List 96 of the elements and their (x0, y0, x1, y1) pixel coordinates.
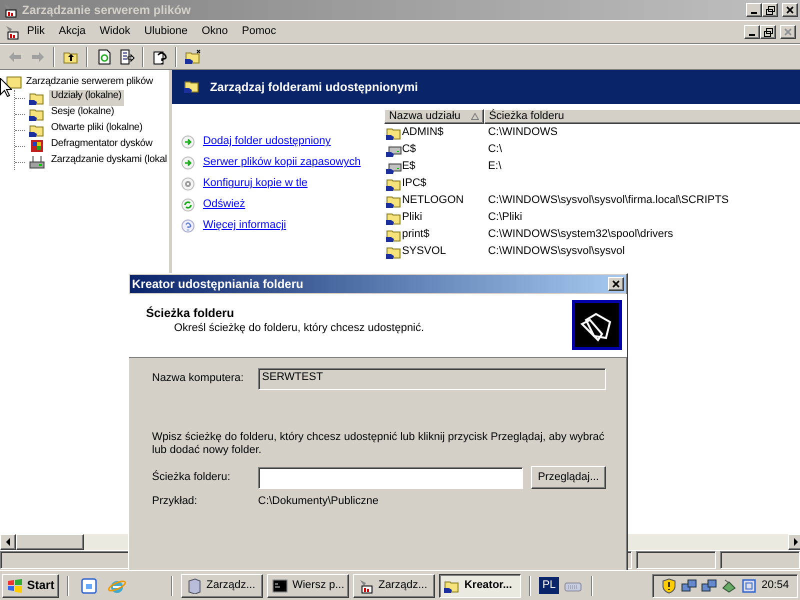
minimize-button[interactable] (744, 25, 760, 39)
server-icon (186, 578, 202, 594)
close-icon (612, 280, 620, 288)
clock: 20:54 (761, 578, 789, 592)
show-desktop-icon[interactable] (79, 576, 100, 596)
folder-path-field[interactable] (258, 466, 523, 489)
gear-icon (180, 177, 195, 191)
column-header[interactable]: Ścieżka folderu (484, 109, 800, 124)
document-icon[interactable] (4, 24, 20, 40)
folder-path: C:\ (488, 142, 502, 156)
folder-path: C:\WINDOWS (488, 126, 558, 140)
window-title: Zarządzanie serwerem plików (22, 2, 191, 18)
taskbar-button[interactable]: Wiersz p... (267, 574, 350, 598)
left-arrow-icon (5, 538, 11, 546)
add-icon (180, 135, 195, 149)
console-icon (272, 578, 288, 594)
close-icon (784, 28, 792, 36)
help-icon (152, 49, 168, 65)
task-link[interactable]: Konfiguruj kopie w tle (202, 177, 308, 191)
task-link[interactable]: Więcej informacji (202, 219, 286, 233)
app-icon (358, 578, 374, 594)
new-share-icon (184, 49, 200, 65)
language-indicator[interactable]: PL (539, 576, 559, 594)
refresh-icon (180, 198, 195, 212)
example-label: Przykład: (152, 495, 198, 509)
taskbar-button[interactable]: Zarządz... (353, 574, 436, 598)
forward-icon (30, 49, 46, 65)
share-name[interactable]: Pliki (402, 210, 422, 224)
instruction-text: Wpisz ścieżkę do folderu, który chcesz udostępnić lub kliknij przycisk Przeglądaj, aby wybrać lub dodać nowy folder. (152, 431, 606, 458)
share-name[interactable]: IPC$ (402, 176, 426, 190)
tree-item[interactable]: Otwarte pliki (lokalne) (49, 122, 145, 138)
taskbar-button[interactable]: Kreator... (439, 574, 522, 598)
scroll-right-button[interactable] (788, 534, 800, 550)
right-arrow-icon (792, 538, 799, 546)
menu-item[interactable]: Ulubione (137, 23, 195, 41)
tree-item[interactable]: Defragmentator dysków (49, 138, 154, 154)
folder-icon (6, 74, 22, 90)
network-icon[interactable] (701, 578, 718, 594)
restore-button[interactable] (762, 3, 778, 17)
menu-item[interactable]: Okno (194, 23, 235, 41)
share-name[interactable]: E$ (402, 160, 416, 174)
browse-button[interactable]: Przeglądaj... (530, 466, 606, 490)
share-name[interactable]: ADMIN$ (402, 126, 444, 140)
close-icon (786, 6, 794, 14)
disk-drive-icon (29, 154, 45, 170)
computer-name-field: SERWTEST (258, 368, 606, 390)
minimize-button[interactable] (746, 3, 762, 17)
folder-path: C:\Pliki (488, 210, 522, 224)
windows-logo-icon (7, 578, 23, 592)
display-icon[interactable] (741, 578, 758, 594)
column-header[interactable]: Nazwa udziału (384, 109, 484, 124)
device-icon[interactable] (721, 578, 738, 594)
shield-icon[interactable] (661, 578, 678, 594)
folder-path: C:\WINDOWS\sysvol\sysvol\firma.local\SCRIPTS (488, 194, 729, 208)
field-label: Nazwa komputera: (152, 372, 245, 386)
share-name[interactable]: SYSVOL (402, 244, 446, 258)
scroll-left-button[interactable] (0, 534, 16, 550)
folder-path: C:\WINDOWS\sysvol\sysvol (488, 244, 625, 258)
tree-item[interactable]: Sesje (lokalne) (49, 106, 116, 122)
menu-item[interactable]: Widok (92, 23, 138, 41)
restore-button[interactable] (760, 25, 776, 39)
example-path: C:\Dokumenty\Publiczne (258, 495, 378, 509)
tree-item[interactable]: Zarządzanie dyskami (lokal (49, 154, 169, 170)
task-link[interactable]: Odśwież (202, 198, 246, 212)
close-button[interactable] (782, 3, 798, 17)
field-label: Ścieżka folderu: (152, 471, 232, 484)
taskpad-title: Zarządzaj folderami udostępnionymi (210, 80, 418, 94)
add-icon (180, 156, 195, 170)
folder-path: C:\WINDOWS\system32\spool\drivers (488, 228, 674, 242)
menu-item[interactable]: Pomoc (234, 23, 284, 41)
dialog-title: Kreator udostępniania folderu (132, 276, 304, 292)
task-link[interactable]: Dodaj folder udostępniony (202, 135, 331, 149)
close-button[interactable] (608, 277, 624, 291)
folders-icon (572, 300, 622, 350)
scrollbar-thumb[interactable] (16, 534, 84, 550)
restore-icon (766, 6, 774, 14)
defragmenter-icon (29, 138, 45, 154)
start-button[interactable]: Start (2, 574, 60, 598)
wizard-heading: Ścieżka folderu (146, 306, 236, 320)
share-name[interactable]: NETLOGON (402, 194, 464, 208)
taskbar-button[interactable]: Zarządz... (181, 574, 264, 598)
wizard-subheading: Określ ścieżkę do folderu, który chcesz udostępnić. (173, 322, 426, 336)
task-link[interactable]: Serwer plików kopii zapasowych (202, 156, 361, 170)
help-icon (180, 219, 195, 233)
export-list-icon (118, 49, 134, 65)
folder-path: E:\ (488, 160, 502, 174)
restore-icon (764, 28, 772, 36)
refresh-icon (96, 49, 112, 65)
tree-item[interactable]: Udziały (lokalne) (49, 90, 124, 106)
menu-item[interactable]: Plik (20, 23, 52, 41)
network-icon[interactable] (681, 578, 698, 594)
share-name[interactable]: print$ (402, 228, 430, 242)
menu-item[interactable]: Akcja (52, 23, 93, 41)
share-name[interactable]: C$ (402, 142, 416, 156)
app-icon (2, 2, 18, 18)
tree-item[interactable]: Zarządzanie serwerem plików (26, 76, 153, 88)
